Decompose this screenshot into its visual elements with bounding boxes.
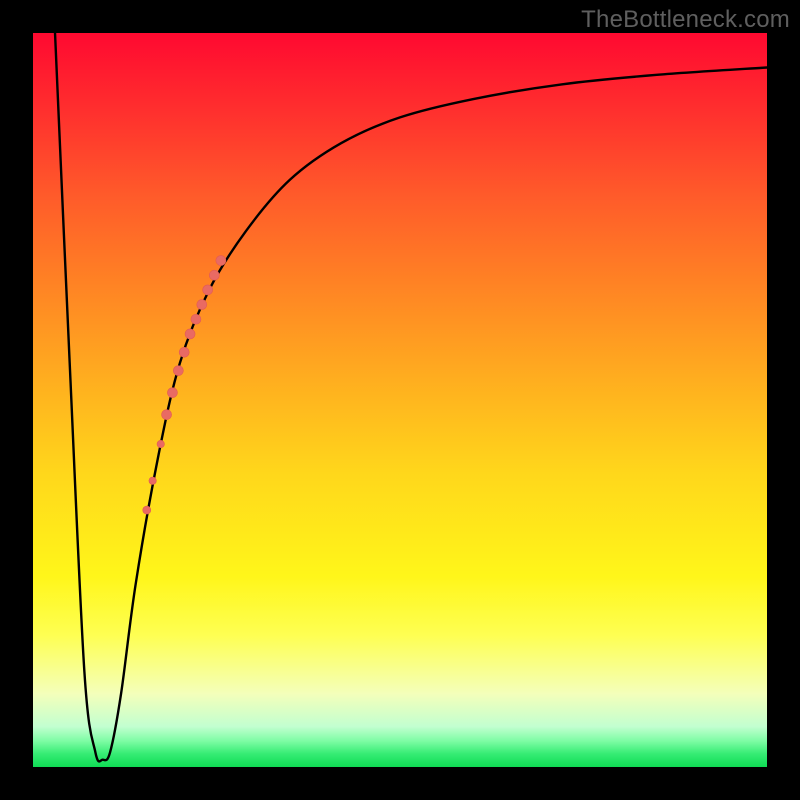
data-point [162, 410, 172, 420]
data-point [149, 477, 156, 484]
data-point [143, 506, 151, 514]
data-point [167, 388, 177, 398]
data-point [179, 347, 189, 357]
watermark-text: TheBottleneck.com [581, 6, 790, 34]
data-point [157, 440, 164, 447]
data-point [185, 329, 195, 339]
curve-layer [33, 33, 767, 767]
bottleneck-curve [55, 33, 767, 761]
data-point [209, 270, 219, 280]
data-point [203, 285, 213, 295]
data-point [216, 256, 226, 266]
chart-frame: TheBottleneck.com [0, 0, 800, 800]
data-point [197, 300, 207, 310]
data-point [191, 314, 201, 324]
plot-area [33, 33, 767, 767]
data-point [173, 366, 183, 376]
